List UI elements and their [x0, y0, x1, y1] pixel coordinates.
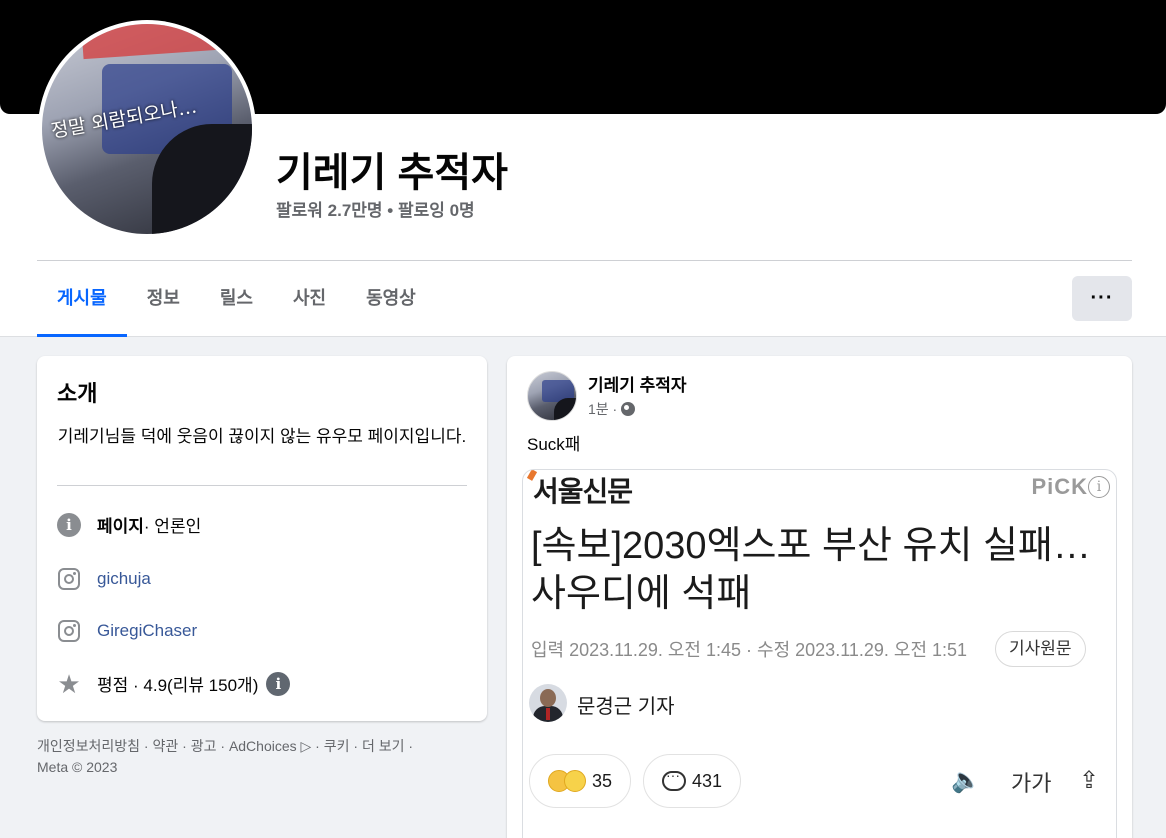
category-row: i 페이지 · 언론인: [57, 512, 201, 537]
reactions-pill: 35: [529, 754, 632, 808]
reactions-count: 35: [592, 770, 613, 791]
instagram-link-gichuja[interactable]: gichuja: [97, 569, 151, 589]
instagram-icon: [58, 568, 80, 590]
post-author-avatar[interactable]: [527, 371, 577, 421]
tab-photos[interactable]: 사진: [273, 261, 346, 337]
intro-title: 소개: [57, 381, 98, 406]
footer-copyright: Meta © 2023: [37, 759, 118, 775]
tab-posts[interactable]: 게시물: [37, 261, 127, 337]
post-text: Suck패: [527, 435, 581, 454]
pick-badge: PiCK: [1031, 474, 1088, 499]
font-size-icon: 가가: [1011, 771, 1052, 796]
footer-link-privacy[interactable]: 개인정보처리방침: [37, 738, 140, 754]
original-article-button: 기사원문: [995, 631, 1086, 667]
article-brand: 서울신문: [533, 476, 633, 507]
footer-links: 개인정보처리방침 · 약관 · 광고 · AdChoices ▷ · 쿠키 · …: [37, 738, 414, 775]
footer-link-ads[interactable]: 광고: [191, 738, 217, 754]
reporter-avatar: [529, 684, 567, 722]
comments-count: 431: [692, 770, 723, 791]
article-dates: 입력 2023.11.29. 오전 1:45 · 수정 2023.11.29. …: [531, 640, 968, 660]
footer-link-cookies[interactable]: 쿠키: [324, 738, 350, 754]
article-headline: [속보]2030엑스포 부산 유치 실패… 사우디에 석패: [531, 525, 1091, 615]
follower-stats[interactable]: 팔로워 2.7만명 • 팔로잉 0명: [276, 196, 475, 221]
rating-row: ★ 평점 · 4.9(리뷰 150개) i: [57, 668, 291, 699]
category-value: · 언론인: [143, 517, 202, 536]
post-image[interactable]: 서울신문 PiCK i [속보]2030엑스포 부산 유치 실패… 사우디에 석…: [522, 469, 1117, 838]
profile-avatar[interactable]: 정말 외람되오나…: [38, 20, 256, 238]
star-icon: ★: [57, 668, 81, 699]
info-icon: i: [57, 512, 81, 537]
comments-pill: 431: [643, 754, 742, 808]
intro-description: 기레기님들 덕에 웃음이 끊이지 않는 유우모 페이지입니다.: [57, 427, 467, 446]
share-icon: ⇪: [1079, 767, 1100, 794]
speaker-icon: 🔈: [951, 767, 981, 794]
more-options-button[interactable]: ···: [1072, 276, 1132, 321]
comment-icon: [662, 767, 686, 791]
footer-link-adchoices[interactable]: AdChoices ▷: [229, 738, 311, 754]
category-label: 페이지: [97, 517, 144, 536]
footer-link-terms[interactable]: 약관: [153, 738, 179, 754]
laugh-emoji-icon: [564, 770, 586, 792]
rating-text: 평점 · 4.9(리뷰 150개): [97, 676, 259, 695]
instagram-link-giregichaser[interactable]: GiregiChaser: [97, 621, 197, 641]
intro-divider: [57, 485, 467, 486]
profile-tabs: 게시물 정보 릴스 사진 동영상: [37, 261, 436, 337]
footer-link-more[interactable]: 더 보기: [362, 738, 405, 754]
instagram-icon: [58, 620, 80, 642]
reporter-name: 문경근 기자: [577, 696, 675, 718]
post-card: 기레기 추적자 1분 · Suck패 서울신문 PiCK i [속보]2030엑…: [507, 356, 1132, 838]
page-title: 기레기 추적자: [276, 151, 508, 195]
tab-videos[interactable]: 동영상: [346, 261, 436, 337]
rating-info-icon[interactable]: i: [266, 671, 291, 696]
post-time[interactable]: 1분 ·: [588, 399, 617, 419]
post-meta: 1분 ·: [588, 399, 636, 419]
instagram-row-2: GiregiChaser: [57, 619, 197, 643]
tab-reels[interactable]: 릴스: [200, 261, 273, 337]
tab-about[interactable]: 정보: [127, 261, 200, 337]
pick-info-icon: i: [1088, 476, 1110, 498]
post-author-name[interactable]: 기레기 추적자: [588, 371, 687, 396]
instagram-row-1: gichuja: [57, 567, 151, 591]
intro-card: 소개 기레기님들 덕에 웃음이 끊이지 않는 유우모 페이지입니다. i 페이지…: [37, 356, 487, 721]
globe-icon: [621, 402, 636, 416]
